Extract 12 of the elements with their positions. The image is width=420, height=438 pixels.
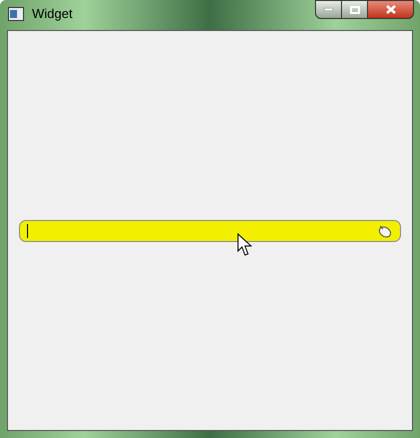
pointer-icon <box>237 233 253 257</box>
close-icon <box>386 5 396 14</box>
maximize-button[interactable] <box>342 0 368 19</box>
minimize-button[interactable] <box>315 0 342 19</box>
app-icon <box>8 7 24 21</box>
maximize-icon <box>350 6 360 14</box>
close-button[interactable] <box>368 0 414 19</box>
minimize-icon <box>324 8 333 11</box>
input-field[interactable] <box>19 220 401 242</box>
mouse-icon <box>377 224 393 238</box>
text-caret <box>27 224 28 238</box>
window-title: Widget <box>32 5 72 24</box>
